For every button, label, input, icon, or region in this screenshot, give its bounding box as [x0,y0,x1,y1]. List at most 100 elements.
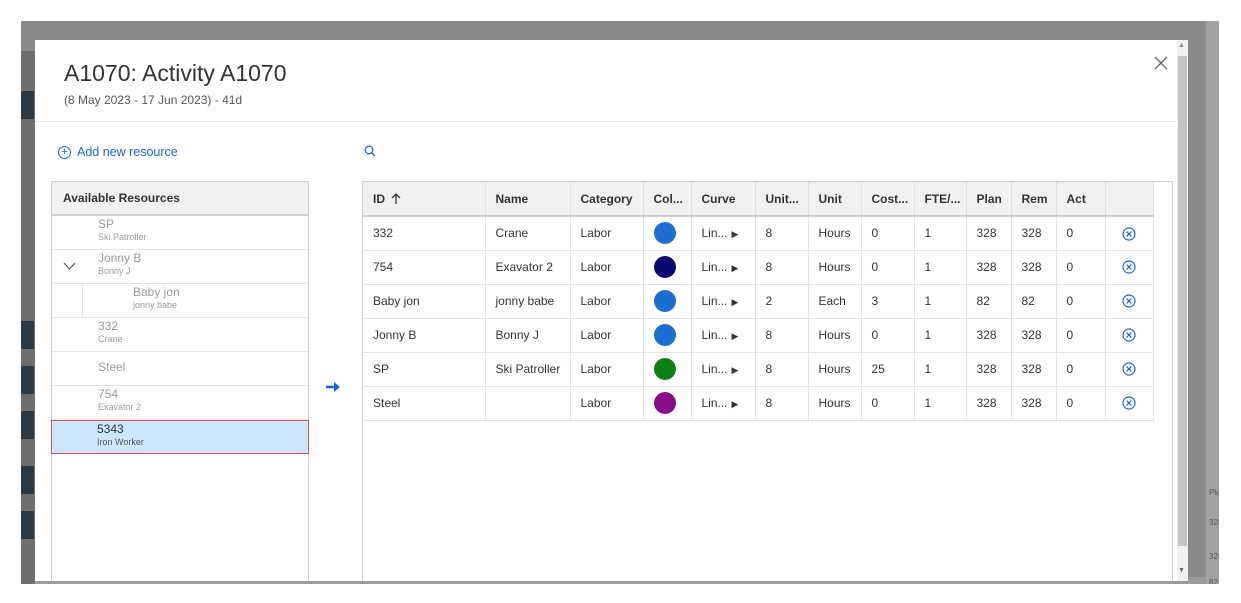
table-row[interactable]: Baby jon jonny babe Labor Lin... ▶ 2 Each 3 1 82 8… [363,284,1154,319]
column-header-fte[interactable]: FTE/... [914,182,967,217]
cell-id: Jonny B [363,318,486,353]
color-swatch[interactable] [653,256,676,278]
cell-color[interactable] [643,284,692,319]
color-swatch[interactable] [653,222,676,245]
resource-item-754[interactable]: 754 Exavator 2 [52,386,308,420]
chevron-down-icon[interactable] [63,258,76,270]
resource-item-jonny-b[interactable]: Jonny B Bonny J [52,250,308,284]
cell-cost: 0 [861,386,915,421]
cell-name: Crane [485,216,571,251]
curve-value: Lin... [701,226,728,241]
caret-right-icon[interactable]: ▶ [732,331,739,341]
assigned-resources-grid: ID Name Category Col... Curve Unit... Un… [362,181,1173,581]
caret-right-icon[interactable]: ▶ [732,365,739,375]
background-label: 82 [1209,578,1218,584]
cell-color[interactable] [643,216,692,251]
table-row[interactable]: 332 Crane Labor Lin... ▶ 8 Hours 0 1 328 328 0 [363,216,1154,251]
scroll-up-icon[interactable]: ▲ [1178,42,1185,49]
color-swatch[interactable] [653,290,676,312]
column-header-category[interactable]: Category [570,182,644,217]
caret-right-icon[interactable]: ▶ [732,229,739,239]
cell-cost: 0 [861,318,915,353]
caret-right-icon[interactable]: ▶ [732,399,739,409]
column-header-units[interactable]: Unit... [755,182,809,217]
cell-fte: 1 [914,216,967,251]
resource-item-sp[interactable]: SP Ski Patroller [52,216,308,250]
cell-curve[interactable]: Lin... ▶ [691,250,756,285]
column-header-act[interactable]: Act [1056,182,1106,217]
cell-id: Baby jon [363,284,486,319]
cell-category: Labor [570,284,644,319]
table-row[interactable]: SP Ski Patroller Labor Lin... ▶ 8 Hours 25 1 328 3… [363,352,1154,387]
remove-circle-icon[interactable] [1122,260,1136,275]
cell-fte: 1 [914,318,967,353]
resource-item-id: 332 [98,319,119,333]
cell-color[interactable] [643,386,692,421]
remove-circle-icon[interactable] [1122,328,1136,343]
dialog-scrollbar-thumb[interactable] [1178,56,1187,546]
color-swatch[interactable] [653,358,676,380]
header-divider [35,121,1177,122]
remove-circle-icon[interactable] [1122,294,1136,309]
cell-category: Labor [570,216,644,251]
remove-circle-icon[interactable] [1122,227,1136,241]
column-header-id[interactable]: ID [363,182,486,217]
dialog-title: A1070: Activity A1070 [64,60,287,86]
search-icon[interactable] [364,144,376,162]
cell-curve[interactable]: Lin... ▶ [691,386,756,421]
cell-curve[interactable]: Lin... ▶ [691,352,756,387]
background-strip [21,366,34,394]
resource-item-332[interactable]: 332 Crane [52,318,308,352]
curve-value: Lin... [701,396,728,410]
column-header-curve[interactable]: Curve [691,182,756,217]
cell-plan: 328 [966,386,1012,421]
scroll-down-icon[interactable]: ▼ [1178,567,1185,574]
add-new-resource-button[interactable]: + Add new resource [58,145,178,159]
cell-rem: 328 [1011,250,1057,285]
table-row[interactable]: 754 Exavator 2 Labor Lin... ▶ 8 Hours 0 1 328 328 0 [363,250,1154,285]
remove-circle-icon[interactable] [1122,396,1136,411]
table-row[interactable]: Jonny B Bonny J Labor Lin... ▶ 8 Hours 0 1 328 328… [363,318,1154,353]
cell-plan: 328 [966,216,1012,251]
cell-color[interactable] [643,250,692,285]
cell-remove [1105,216,1154,251]
cell-act: 0 [1056,284,1106,319]
resource-item-5343[interactable]: 5343 Iron Worker [51,420,309,454]
color-swatch[interactable] [653,392,676,414]
cell-units: 8 [755,250,809,285]
column-header-rem[interactable]: Rem [1011,182,1057,217]
table-row[interactable]: Steel Labor Lin... ▶ 8 Hours 0 1 328 328 0 [363,386,1154,421]
cell-color[interactable] [643,352,692,387]
cell-unit: Hours [808,216,862,251]
arrow-up-icon [391,192,401,204]
column-header-unit[interactable]: Unit [808,182,862,217]
column-header-color[interactable]: Col... [643,182,692,217]
caret-right-icon[interactable]: ▶ [732,263,739,273]
cell-id: Steel [363,386,486,421]
color-swatch[interactable] [653,324,676,346]
cell-remove [1105,352,1154,387]
cell-curve[interactable]: Lin... ▶ [691,318,756,353]
cell-color[interactable] [643,318,692,353]
column-header-plan[interactable]: Plan [966,182,1012,217]
close-icon[interactable] [1150,52,1172,74]
caret-right-icon[interactable]: ▶ [732,297,739,307]
remove-circle-icon[interactable] [1122,362,1136,377]
curve-value: Lin... [701,260,728,274]
cell-curve[interactable]: Lin... ▶ [691,216,756,251]
resource-item-name: Iron Worker [97,437,144,447]
cell-fte: 1 [914,284,967,319]
cell-units: 8 [755,216,809,251]
available-resources-header: Available Resources [52,182,308,216]
cell-rem: 328 [1011,352,1057,387]
cell-id: 754 [363,250,486,285]
resource-item-baby-jon[interactable]: Baby jon jonny babe [52,283,308,318]
resource-item-id: Jonny B [98,251,142,265]
assign-arrow-button[interactable] [326,380,340,398]
column-header-name[interactable]: Name [485,182,571,217]
cell-plan: 328 [966,318,1012,353]
cell-curve[interactable]: Lin... ▶ [691,284,756,319]
column-header-cost[interactable]: Cost... [861,182,915,217]
cell-category: Labor [570,250,644,285]
resource-item-steel[interactable]: Steel [52,352,308,386]
